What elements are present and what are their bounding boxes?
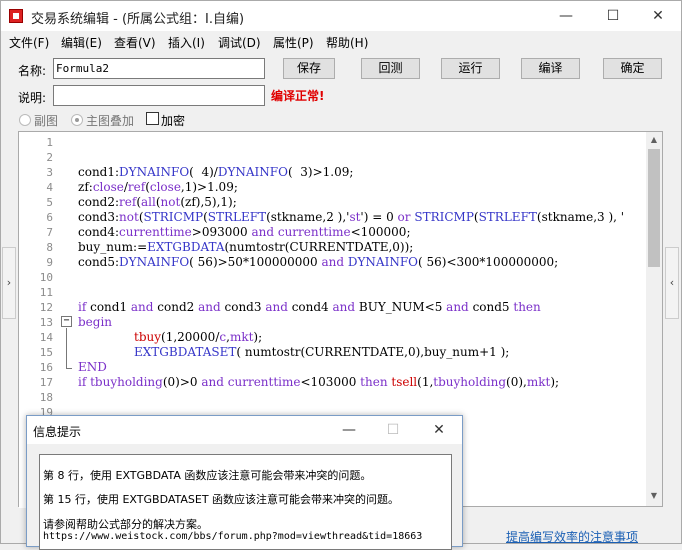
description-input[interactable]	[53, 85, 265, 106]
maximize-button[interactable]: ☐	[590, 1, 636, 31]
code-line-17: if tbuyholding(0)>0 and currenttime<1030…	[78, 375, 560, 389]
line-number: 3	[46, 166, 53, 179]
dialog-message: 第 15 行，使用 EXTGBDATASET 函数应该注意可能会带来冲突的问题。	[43, 493, 400, 506]
menu-view[interactable]: 查看(V)	[114, 34, 156, 51]
line-number: 16	[39, 361, 53, 374]
code-line-8: buy_num:=EXTGBDATA(numtostr(CURRENTDATE,…	[78, 240, 414, 254]
line-number: 8	[46, 241, 53, 254]
name-label: 名称:	[18, 64, 47, 78]
left-panel-toggle[interactable]: ›	[2, 247, 16, 319]
dialog-url: https://www.weistock.com/bbs/forum.php?m…	[43, 531, 423, 542]
code-line-14: tbuy(1,20000/c,mkt);	[134, 330, 263, 344]
dialog-title-bar: 信息提示 — ☐ ✕	[27, 416, 462, 444]
line-number: 6	[46, 211, 53, 224]
menu-help[interactable]: 帮助(H)	[326, 34, 368, 51]
code-line-15: EXTGBDATASET( numtostr(CURRENTDATE,0),bu…	[134, 345, 510, 359]
scroll-up-arrow-icon[interactable]: ▲	[646, 132, 662, 148]
line-number: 15	[39, 346, 53, 359]
code-line-6: cond3:not(STRICMP(STRLEFT(stkname,2 ),'s…	[78, 210, 625, 224]
ok-button[interactable]: 确定	[603, 58, 662, 79]
encrypt-label: 加密	[161, 114, 186, 128]
line-number: 5	[46, 196, 53, 209]
menu-debug[interactable]: 调试(D)	[218, 34, 261, 51]
menu-edit[interactable]: 编辑(E)	[61, 34, 102, 51]
code-line-3: cond1:DYNAINFO( 4)/DYNAINFO( 3)>1.09;	[78, 165, 354, 179]
main-overlay-label: 主图叠加	[86, 114, 135, 128]
backtest-button[interactable]: 回测	[361, 58, 420, 79]
line-number: 17	[39, 376, 53, 389]
line-number: 9	[46, 256, 53, 269]
compile-status: 编译正常!	[271, 89, 325, 103]
sub-chart-radio[interactable]	[19, 114, 31, 126]
line-number: 7	[46, 226, 53, 239]
right-panel-toggle[interactable]: ‹	[665, 247, 679, 319]
line-number: 14	[39, 331, 53, 344]
main-overlay-radio[interactable]	[71, 114, 83, 126]
vertical-scrollbar[interactable]: ▲ ▼	[646, 132, 662, 506]
line-number: 2	[46, 151, 53, 164]
scroll-down-arrow-icon[interactable]: ▼	[646, 488, 662, 504]
close-button[interactable]: ✕	[635, 1, 681, 31]
code-line-16: END	[78, 360, 107, 374]
title-bar: 交易系统编辑 - (所属公式组：I.自编) — ☐ ✕	[1, 1, 681, 31]
info-dialog: 信息提示 — ☐ ✕ 第 8 行，使用 EXTGBDATA 函数应该注意可能会带…	[26, 415, 463, 550]
code-line-7: cond4:currenttime>093000 and currenttime…	[78, 225, 411, 239]
scrollbar-thumb[interactable]	[648, 149, 660, 267]
menu-properties[interactable]: 属性(P)	[273, 34, 314, 51]
menu-file[interactable]: 文件(F)	[9, 34, 49, 51]
sub-chart-label: 副图	[34, 114, 59, 128]
name-input[interactable]: Formula2	[53, 58, 265, 79]
dialog-title: 信息提示	[33, 425, 82, 439]
fold-toggle-icon[interactable]: −	[61, 316, 72, 327]
encrypt-checkbox[interactable]	[146, 112, 159, 125]
dialog-minimize-button[interactable]: —	[329, 416, 369, 444]
line-number: 11	[39, 286, 53, 299]
efficiency-tips-link[interactable]: 提高编写效率的注意事项	[506, 528, 638, 545]
code-line-13: begin	[78, 315, 113, 329]
formula-editor-window: 交易系统编辑 - (所属公式组：I.自编) — ☐ ✕ 文件(F) 编辑(E) …	[0, 0, 682, 550]
code-line-4: zf:close/ref(close,1)>1.09;	[78, 180, 238, 194]
dialog-message-box[interactable]: 第 8 行，使用 EXTGBDATA 函数应该注意可能会带来冲突的问题。 第 1…	[39, 454, 452, 550]
code-line-9: cond5:DYNAINFO( 56)>50*100000000 and DYN…	[78, 255, 559, 269]
line-number: 10	[39, 271, 53, 284]
run-button[interactable]: 运行	[441, 58, 500, 79]
dialog-maximize-button: ☐	[386, 422, 400, 438]
code-line-12: if cond1 and cond2 and cond3 and cond4 a…	[78, 300, 541, 314]
description-label: 说明:	[18, 91, 47, 105]
app-icon	[9, 9, 23, 23]
dialog-close-button[interactable]: ✕	[419, 416, 459, 444]
line-number: 4	[46, 181, 53, 194]
line-number: 1	[46, 136, 53, 149]
compile-button[interactable]: 编译	[521, 58, 580, 79]
menu-insert[interactable]: 插入(I)	[168, 34, 205, 51]
minimize-button[interactable]: —	[543, 1, 589, 31]
fold-guide	[66, 328, 67, 368]
menu-bar: 文件(F) 编辑(E) 查看(V) 插入(I) 调试(D) 属性(P) 帮助(H…	[1, 31, 681, 53]
code-line-5: cond2:ref(all(not(zf),5),1);	[78, 195, 237, 209]
line-number: 12	[39, 301, 53, 314]
fold-guide-end	[66, 368, 72, 369]
dialog-message: 第 8 行，使用 EXTGBDATA 函数应该注意可能会带来冲突的问题。	[43, 469, 372, 482]
dialog-message: 请参阅帮助公式部分的解决方案。	[43, 518, 208, 531]
line-number: 13	[39, 316, 53, 329]
save-button[interactable]: 保存	[283, 58, 335, 79]
line-number: 18	[39, 391, 53, 404]
window-title: 交易系统编辑 - (所属公式组：I.自编)	[31, 12, 245, 27]
